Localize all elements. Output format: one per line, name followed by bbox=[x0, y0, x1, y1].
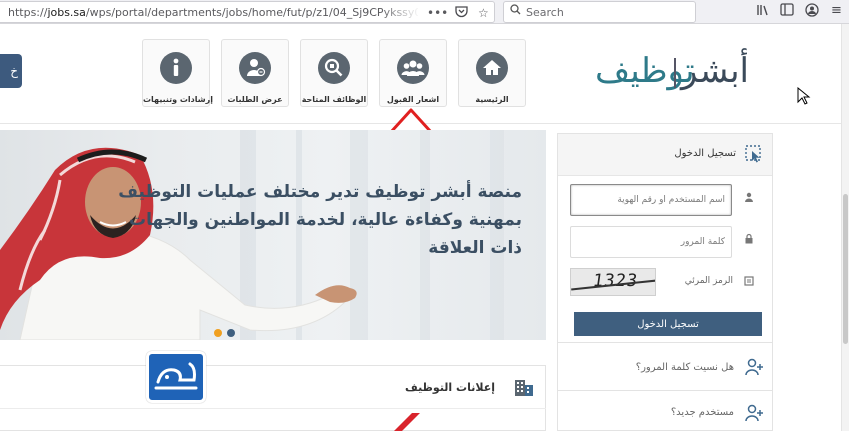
new-ribbon-icon bbox=[394, 413, 420, 431]
logo-text-absher: أبشر bbox=[681, 51, 749, 91]
search-input[interactable] bbox=[526, 4, 686, 20]
more-actions-icon[interactable]: ••• bbox=[427, 5, 448, 21]
captcha-label: الرمز المرئي bbox=[684, 276, 733, 286]
logo-text-tawzif: توظيف bbox=[595, 51, 695, 91]
edge-button[interactable]: خ bbox=[0, 54, 22, 88]
carousel-dot-active[interactable] bbox=[214, 329, 222, 337]
new-user-text: مستخدم جديد؟ bbox=[670, 407, 734, 418]
nav-item-home[interactable]: الرئيسية bbox=[458, 39, 526, 107]
carousel-dot[interactable] bbox=[227, 329, 235, 337]
login-header: تسجيل الدخول bbox=[558, 134, 772, 176]
captcha-icon bbox=[738, 268, 760, 300]
scrollbar-thumb[interactable] bbox=[843, 194, 848, 344]
username-field[interactable] bbox=[570, 184, 732, 216]
building-icon bbox=[515, 380, 533, 396]
user-requests-icon bbox=[239, 52, 271, 84]
group-icon bbox=[397, 52, 429, 84]
banner-tagline: منصة أبشر توظيف تدير مختلف عمليات التوظي… bbox=[118, 182, 522, 258]
login-title: تسجيل الدخول bbox=[674, 148, 736, 159]
captcha-image: 1323 bbox=[570, 268, 656, 296]
url-text: https://jobs.sa/wps/portal/departments/j… bbox=[8, 6, 418, 19]
username-input[interactable] bbox=[571, 185, 731, 215]
login-panel: تسجيل الدخول 1323 الرمز المرئي تسجيل الد… bbox=[557, 133, 773, 343]
lock-icon bbox=[738, 226, 760, 258]
pocket-icon[interactable] bbox=[455, 5, 468, 22]
nav-label: عرض الطلبات bbox=[227, 95, 283, 104]
forgot-password-text: هل نسيت كلمة المرور؟ bbox=[635, 362, 734, 373]
carousel-dots bbox=[214, 322, 240, 340]
info-icon bbox=[160, 52, 192, 84]
nav-item-acceptance-notice[interactable]: اشعار القبول bbox=[379, 39, 447, 107]
page-scrollbar[interactable] bbox=[841, 24, 849, 431]
browser-search[interactable] bbox=[503, 1, 696, 23]
announcements-panel: إعلانات التوظيف bbox=[0, 365, 546, 431]
account-icon[interactable] bbox=[805, 3, 819, 22]
login-button[interactable]: تسجيل الدخول bbox=[574, 312, 762, 336]
forgot-password-link[interactable]: هل نسيت كلمة المرور؟ bbox=[557, 343, 773, 391]
new-user-link[interactable]: مستخدم جديد؟ bbox=[557, 391, 773, 431]
announcements-title: إعلانات التوظيف bbox=[404, 381, 495, 394]
nav-item-requests[interactable]: عرض الطلبات bbox=[221, 39, 289, 107]
menu-icon[interactable]: ≡ bbox=[831, 3, 842, 19]
nav-item-available-jobs[interactable]: الوظائف المتاحة bbox=[300, 39, 368, 107]
password-input[interactable] bbox=[571, 227, 731, 257]
bookmark-star-icon[interactable]: ☆ bbox=[478, 5, 489, 21]
library-icon[interactable] bbox=[756, 3, 770, 22]
password-field[interactable] bbox=[570, 226, 732, 258]
login-pointer-icon bbox=[745, 145, 761, 163]
address-bar[interactable]: https://jobs.sa/wps/portal/departments/j… bbox=[0, 1, 495, 23]
nav-label: إرشادات وتنبيهات bbox=[143, 95, 213, 104]
sidebar-icon[interactable] bbox=[780, 3, 794, 21]
nav-label: اشعار القبول bbox=[386, 95, 440, 104]
nav-label: الوظائف المتاحة bbox=[301, 95, 367, 104]
browser-toolbar: https://jobs.sa/wps/portal/departments/j… bbox=[0, 0, 849, 24]
mouse-cursor-icon bbox=[797, 87, 811, 105]
nav-label: الرئيسية bbox=[475, 95, 509, 104]
job-search-icon bbox=[318, 52, 350, 84]
add-user-icon bbox=[745, 358, 763, 376]
search-icon bbox=[510, 4, 521, 18]
user-icon bbox=[738, 184, 760, 216]
new-user-icon bbox=[745, 404, 763, 422]
home-icon bbox=[476, 52, 508, 84]
hero-banner[interactable]: منصة أبشر توظيف تدير مختلف عمليات التوظي… bbox=[0, 130, 546, 340]
absher-tawzif-logo[interactable]: توظيف أبشر bbox=[595, 46, 749, 96]
nav-item-guidance[interactable]: إرشادات وتنبيهات bbox=[142, 39, 213, 107]
site-watermark-logo bbox=[146, 351, 206, 403]
